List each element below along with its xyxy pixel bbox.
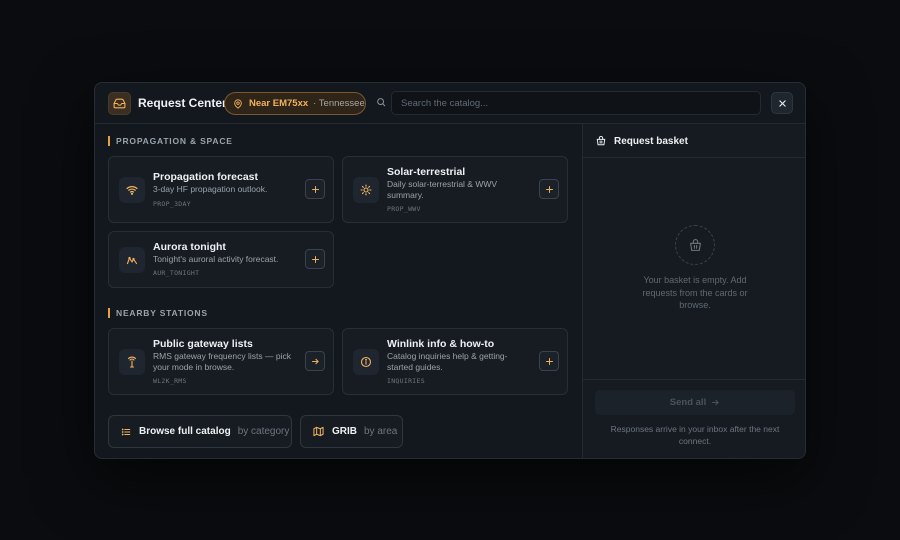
aurora-icon [119,247,145,273]
browse-catalog-button[interactable]: Browse full catalog by category [108,415,292,448]
section-label-propagation: PROPAGATION & SPACE [108,136,233,146]
location-grid: Near EM75xx [249,98,309,109]
card-description: 3-day HF propagation outlook. [153,184,268,194]
divider [583,379,805,380]
plus-icon [545,185,554,194]
card-description: Catalog inquiries help & getting-started… [387,351,508,372]
browse-label: Browse full catalog [139,426,231,437]
search-input[interactable] [391,91,761,115]
card-description: Daily solar-terrestrial & WWV summary. [387,179,498,200]
catalog-card-prop-3day[interactable]: Propagation forecast 3-day HF propagatio… [108,156,334,223]
plus-icon [545,357,554,366]
card-title: Winlink info & how-to [387,338,495,350]
browse-sublabel: by category [237,426,290,437]
card-code: PROP_3DAY [153,200,191,208]
request-center-modal: Request Center Near EM75xx · Tennessee P… [94,82,806,459]
catalog-card-inquiries[interactable]: Winlink info & how-to Catalog inquiries … [342,328,568,395]
card-title: Solar-terrestrial [387,166,466,178]
card-code: PROP_WWV [387,205,421,213]
arrow-right-icon [711,398,720,407]
send-all-button[interactable]: Send all [595,390,795,415]
map-icon [313,426,324,437]
basket-header: Request basket [583,124,805,158]
basket-title: Request basket [614,136,688,147]
map-pin-icon [233,98,243,109]
sun-icon [353,177,379,203]
plus-icon [311,255,320,264]
catalog-panel: PROPAGATION & SPACE Propagation forecast… [95,124,582,458]
card-code: INQUIRIES [387,377,425,385]
card-title: Propagation forecast [153,171,259,183]
location-pill[interactable]: Near EM75xx · Tennessee [224,92,366,115]
arrow-right-icon [311,357,320,366]
add-to-basket-button[interactable] [539,351,559,371]
catalog-card-prop-wwv[interactable]: Solar-terrestrial Daily solar-terrestria… [342,156,568,223]
grib-sublabel: by area [364,426,398,437]
modal-header: Request Center Near EM75xx · Tennessee [95,83,805,124]
card-title: Aurora tonight [153,241,226,253]
section-label-nearby: NEARBY STATIONS [108,308,208,318]
card-code: WL2K_RMS [153,377,187,385]
card-description: Tonight's auroral activity forecast. [153,254,279,264]
catalog-card-aur-tonight[interactable]: Aurora tonight Tonight's auroral activit… [108,231,334,288]
location-state: · Tennessee [313,98,365,109]
add-to-basket-button[interactable] [539,179,559,199]
add-to-basket-button[interactable] [305,249,325,269]
close-button[interactable] [771,92,793,114]
antenna-icon [119,349,145,375]
modal-title: Request Center [138,96,227,110]
inbox-icon [108,92,131,115]
search-icon [376,97,386,107]
basket-icon [596,136,606,146]
add-to-basket-button[interactable] [305,179,325,199]
grib-label: GRIB [332,426,357,437]
card-description: RMS gateway frequency lists — pick your … [153,351,291,372]
info-icon [353,349,379,375]
send-all-label: Send all [669,397,707,408]
card-title: Public gateway lists [153,338,253,350]
wifi-signal-icon [119,177,145,203]
card-code: AUR_TONIGHT [153,269,200,277]
empty-basket-text: Your basket is empty. Add requests from … [642,275,748,310]
close-icon [778,99,787,108]
grib-button[interactable]: GRIB by area [300,415,403,448]
plus-icon [311,185,320,194]
request-basket-panel: Request basket Your basket is empty. Add… [582,124,805,458]
list-icon [121,427,131,437]
empty-basket-icon [675,225,715,265]
open-browse-button[interactable] [305,351,325,371]
basket-note: Responses arrive in your inbox after the… [610,424,780,446]
catalog-card-wl2k-rms[interactable]: Public gateway lists RMS gateway frequen… [108,328,334,395]
